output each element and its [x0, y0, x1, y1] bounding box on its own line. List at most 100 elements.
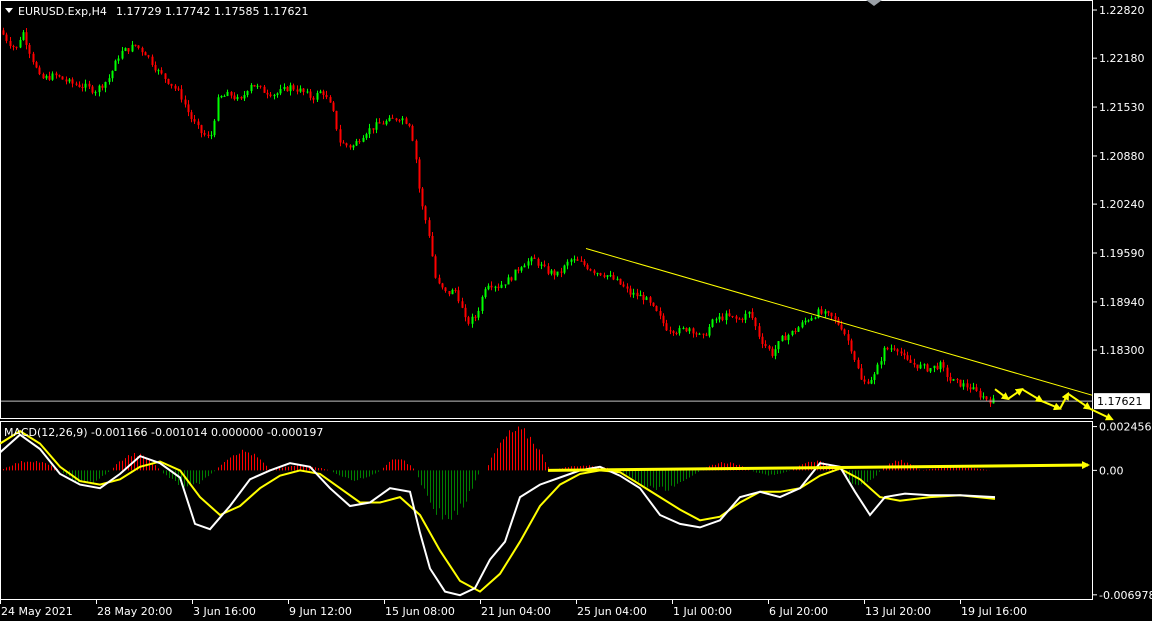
- candle-body: [982, 396, 985, 398]
- candle-body: [441, 283, 444, 288]
- candle-body: [193, 119, 196, 122]
- candle-body: [200, 125, 203, 134]
- candle-body: [883, 347, 886, 362]
- candle-body: [603, 275, 606, 277]
- candle-body: [916, 364, 919, 369]
- candle-body: [35, 62, 38, 68]
- candle-body: [134, 44, 137, 46]
- candle-body: [289, 85, 292, 92]
- candle-body: [332, 102, 335, 111]
- candle-body: [454, 289, 457, 291]
- time-tick-label: 19 Jul 16:00: [961, 605, 1027, 618]
- price-tick-label: 1.18300: [1099, 344, 1145, 357]
- candle-body: [256, 85, 259, 87]
- candle-body: [665, 323, 668, 331]
- candle-body: [461, 301, 464, 308]
- candle-body: [847, 334, 850, 341]
- candle-body: [923, 364, 926, 366]
- candle-body: [820, 309, 823, 314]
- candle-body: [962, 383, 965, 387]
- candle-body: [9, 40, 12, 46]
- candle-body: [985, 396, 988, 400]
- candle-body: [401, 118, 404, 121]
- candle-body: [187, 104, 190, 113]
- candle-body: [609, 275, 612, 277]
- candle-body: [117, 58, 120, 61]
- candle-body: [104, 81, 107, 88]
- candle-body: [900, 351, 903, 354]
- candle-body: [619, 278, 622, 285]
- candle-body: [616, 278, 619, 280]
- candle-body: [870, 379, 873, 384]
- candle-body: [725, 313, 728, 321]
- candle-body: [830, 312, 833, 317]
- candle-body: [642, 294, 645, 300]
- candle-body: [316, 93, 319, 100]
- candle-body: [586, 264, 589, 270]
- candle-body: [787, 334, 790, 341]
- candle-body: [434, 256, 437, 278]
- candle-body: [814, 317, 817, 319]
- candle-body: [220, 95, 223, 98]
- candle-body: [385, 121, 388, 125]
- candle-body: [418, 159, 421, 189]
- candle-body: [424, 206, 427, 221]
- price-tick-label: 1.20240: [1099, 198, 1145, 211]
- candle-body: [273, 94, 276, 97]
- candle-body: [956, 379, 959, 381]
- candle-body: [540, 264, 543, 266]
- price-tick-label: 1.21530: [1099, 101, 1145, 114]
- candle-body: [570, 259, 573, 262]
- candle-body: [477, 310, 480, 318]
- candle-body: [497, 286, 500, 288]
- trading-chart[interactable]: 1.22820 1.22180 1.21530 1.20880 1.20240 1.195…: [0, 0, 1152, 621]
- candle-body: [979, 390, 982, 398]
- candle-body: [550, 270, 553, 274]
- candle-body: [388, 117, 391, 122]
- candle-body: [302, 88, 305, 93]
- candle-body: [352, 145, 355, 148]
- candle-body: [731, 315, 734, 317]
- candle-body: [533, 257, 536, 259]
- candle-body: [243, 95, 246, 99]
- candle-body: [860, 368, 863, 380]
- candle-body: [622, 284, 625, 287]
- price-axis: 1.22820 1.22180 1.21530 1.20880 1.20240 1.195…: [1092, 4, 1150, 410]
- time-tick-label: 24 May 2021: [1, 605, 73, 618]
- candle-body: [111, 70, 114, 79]
- candle-body: [794, 330, 797, 332]
- candle-body: [319, 91, 322, 94]
- candle-body: [127, 48, 130, 52]
- candle-body: [946, 367, 949, 378]
- candle-body: [563, 265, 566, 273]
- candle-body: [68, 79, 71, 82]
- candle-body: [936, 365, 939, 370]
- candle-body: [655, 305, 658, 312]
- candle-body: [276, 93, 279, 95]
- candle-body: [395, 118, 398, 121]
- candle-body: [207, 134, 210, 136]
- candle-body: [801, 322, 804, 328]
- time-tick-label: 3 Jun 16:00: [193, 605, 256, 618]
- candle-body: [929, 368, 932, 372]
- candle-body: [114, 60, 117, 71]
- candle-body: [203, 133, 206, 135]
- candle-body: [12, 45, 15, 47]
- candle-body: [735, 316, 738, 319]
- candle-body: [576, 259, 579, 261]
- candle-body: [362, 137, 365, 142]
- candle-body: [408, 123, 411, 126]
- candle-body: [857, 359, 860, 369]
- candle-body: [230, 91, 233, 96]
- candle-body: [711, 319, 714, 327]
- candle-body: [975, 387, 978, 391]
- candle-body: [774, 349, 777, 356]
- candle-body: [32, 53, 35, 63]
- candle-body: [375, 122, 378, 130]
- candle-body: [378, 122, 381, 124]
- candle-body: [349, 145, 352, 148]
- candle-body: [863, 379, 866, 382]
- candle-body: [345, 143, 348, 146]
- candle-body: [19, 39, 22, 48]
- candle-body: [5, 34, 8, 41]
